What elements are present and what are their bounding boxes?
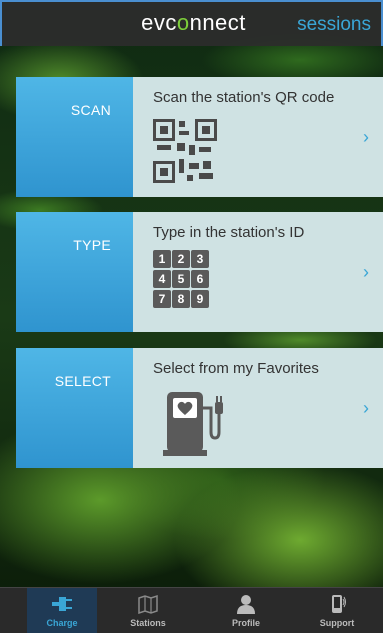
phone-icon: [332, 595, 346, 613]
map-icon: [138, 594, 158, 614]
tab-stations[interactable]: Stations: [113, 588, 183, 633]
key-1: 1: [153, 250, 171, 268]
scan-content-panel: Scan the station's QR code ›: [133, 77, 383, 197]
key-5: 5: [172, 270, 190, 288]
qr-code-icon: [153, 119, 217, 183]
person-icon: [237, 595, 255, 614]
charge-plug-icon: [52, 597, 72, 611]
scan-title: Scan the station's QR code: [153, 89, 335, 106]
key-7: 7: [153, 290, 171, 308]
type-option-card[interactable]: TYPE Type in the station's ID 123 456 78…: [16, 212, 383, 332]
tab-charge-label: Charge: [46, 618, 78, 628]
tab-charge[interactable]: Charge: [27, 588, 97, 633]
type-chevron-icon[interactable]: ›: [363, 262, 369, 283]
select-content-panel: Select from my Favorites ›: [133, 348, 383, 468]
scan-side-panel: SCAN: [16, 77, 133, 197]
key-6: 6: [191, 270, 209, 288]
select-side-panel: SELECT: [16, 348, 133, 468]
select-side-label: SELECT: [54, 373, 111, 389]
select-title: Select from my Favorites: [153, 360, 319, 377]
bottom-tab-bar: Charge Stations Profile Support: [0, 587, 383, 633]
select-chevron-icon[interactable]: ›: [363, 398, 369, 419]
app-screen: evconnect sessions SCAN Scan the station…: [0, 0, 383, 633]
scan-side-label: SCAN: [70, 102, 111, 118]
type-side-panel: TYPE: [16, 212, 133, 332]
key-8: 8: [172, 290, 190, 308]
top-bar: evconnect sessions: [0, 0, 383, 46]
tab-profile-label: Profile: [231, 618, 260, 628]
key-3: 3: [191, 250, 209, 268]
type-title: Type in the station's ID: [153, 224, 305, 241]
scan-option-card[interactable]: SCAN Scan the station's QR code ›: [16, 77, 383, 197]
key-4: 4: [153, 270, 171, 288]
tab-support[interactable]: Support: [302, 588, 372, 633]
type-content-panel: Type in the station's ID 123 456 789 ›: [133, 212, 383, 332]
tab-profile[interactable]: Profile: [211, 588, 281, 633]
sessions-link[interactable]: sessions: [297, 14, 371, 36]
type-side-label: TYPE: [73, 237, 111, 253]
tab-support-label: Support: [319, 618, 355, 628]
key-9: 9: [191, 290, 209, 308]
key-2: 2: [172, 250, 190, 268]
keypad-icon: 123 456 789: [153, 250, 217, 310]
favorite-charger-icon: [163, 392, 223, 456]
scan-chevron-icon[interactable]: ›: [363, 127, 369, 148]
select-option-card[interactable]: SELECT Select from my Favorites ›: [16, 348, 383, 468]
tab-stations-label: Stations: [130, 618, 166, 628]
